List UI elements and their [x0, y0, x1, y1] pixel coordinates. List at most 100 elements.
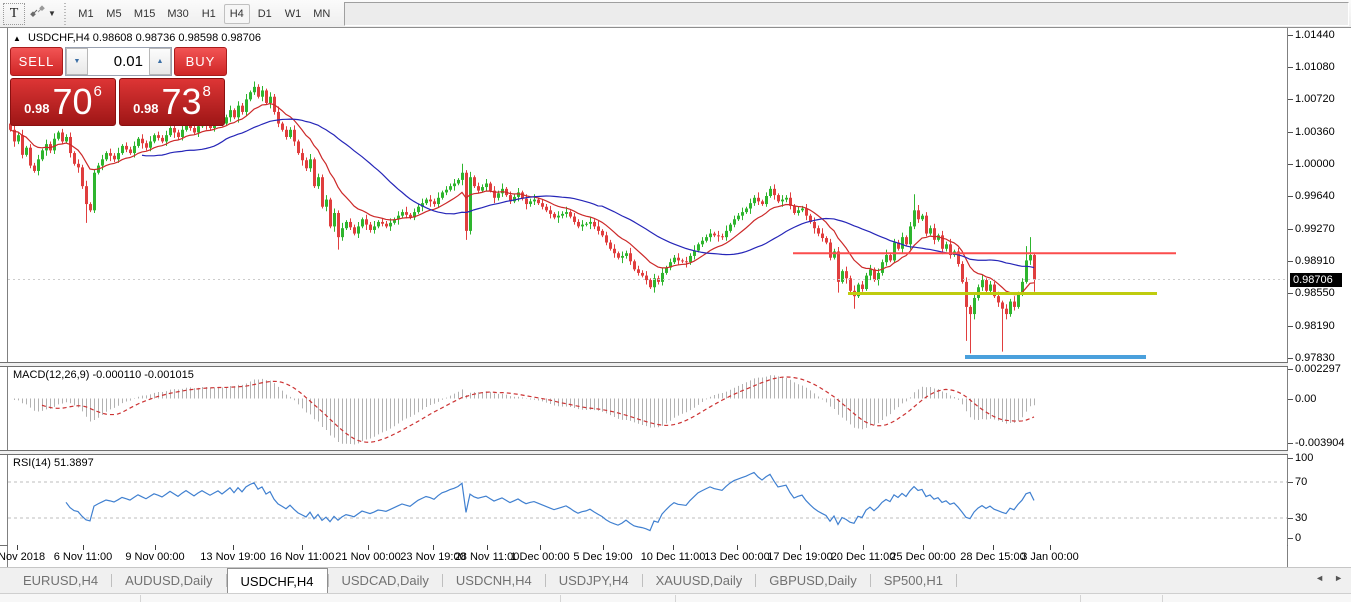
time-axis-label: 25 Dec 00:00: [890, 551, 955, 563]
time-axis-label: 16 Nov 11:00: [270, 551, 335, 563]
tab-scroll-left-icon[interactable]: ◄: [1315, 573, 1324, 583]
time-axis-tick: [17, 545, 18, 550]
toolbar-empty-well: [344, 2, 1349, 26]
price-axis-tick: [1288, 196, 1293, 197]
tab-usdchf-h4[interactable]: USDCHF,H4: [227, 568, 328, 593]
timeframe-mn[interactable]: MN: [308, 4, 335, 24]
timeframe-w1[interactable]: W1: [280, 4, 307, 24]
time-axis-tick: [603, 545, 604, 550]
timeframe-h4[interactable]: H4: [224, 4, 250, 24]
timeframe-h1[interactable]: H1: [196, 4, 222, 24]
time-axis-tick: [1050, 545, 1051, 550]
price-axis-tick: [1288, 518, 1293, 519]
buy-button[interactable]: BUY: [174, 47, 227, 76]
time-axis-label: 17 Dec 19:00: [767, 551, 832, 563]
text-tool-button[interactable]: T: [3, 3, 25, 25]
time-axis-label: 9 Nov 00:00: [125, 551, 184, 563]
rsi-name: RSI(14): [13, 457, 51, 469]
time-axis-tick: [863, 545, 864, 550]
arrows-tool-button[interactable]: ▼: [26, 3, 59, 25]
price-axis-label: 1.00360: [1295, 126, 1335, 138]
timeframe-m1[interactable]: M1: [73, 4, 99, 24]
timeframe-m30[interactable]: M30: [162, 4, 193, 24]
macd-pane-splitter[interactable]: [0, 362, 1351, 367]
time-axis-tick: [737, 545, 738, 550]
volume-stepper: ▼ ▲: [65, 47, 172, 76]
tab-usdjpy-h4[interactable]: USDJPY,H4: [546, 568, 642, 593]
timeframe-d1[interactable]: D1: [252, 4, 278, 24]
sell-price-main: 70: [52, 84, 92, 120]
volume-increase-button[interactable]: ▲: [149, 48, 171, 75]
time-axis[interactable]: 1 Nov 20186 Nov 11:009 Nov 00:0013 Nov 1…: [8, 545, 1287, 567]
collapse-caret-icon: ▲: [13, 34, 21, 43]
time-axis-label: 1 Nov 2018: [0, 551, 45, 563]
price-axis-tick: [1288, 358, 1293, 359]
tab-eurusd-h4[interactable]: EURUSD,H4: [10, 568, 111, 593]
chart-ohlc-values: 0.98608 0.98736 0.98598 0.98706: [93, 32, 261, 44]
time-axis-tick: [155, 545, 156, 550]
tab-audusd-daily[interactable]: AUDUSD,Daily: [112, 568, 225, 593]
rsi-pane-splitter[interactable]: [0, 450, 1351, 455]
price-axis-tick: [1288, 35, 1293, 36]
price-axis-tick: [1288, 326, 1293, 327]
time-axis-tick: [433, 545, 434, 550]
buy-price-prefix: 0.98: [133, 101, 158, 116]
timeframe-m5[interactable]: M5: [101, 4, 127, 24]
tab-xauusd-daily[interactable]: XAUUSD,Daily: [643, 568, 756, 593]
time-axis-tick: [487, 545, 488, 550]
time-axis-label: 13 Dec 00:00: [704, 551, 769, 563]
macd-values: -0.000110 -0.001015: [92, 369, 193, 381]
price-axis-label: 0.98550: [1295, 287, 1335, 299]
price-axis-tick: [1288, 458, 1293, 459]
tab-usdcad-daily[interactable]: USDCAD,Daily: [329, 568, 442, 593]
price-axis-tick: [1288, 293, 1293, 294]
time-axis-tick: [800, 545, 801, 550]
one-click-trading-panel: SELL ▼ ▲ BUY 0.98 70 6 0.98 73 8: [10, 47, 227, 126]
bid-price-badge: 0.98706: [1290, 273, 1342, 287]
rsi-pane-canvas[interactable]: [8, 455, 1287, 545]
macd-label: MACD(12,26,9) -0.000110 -0.001015: [13, 369, 194, 381]
sell-price-prefix: 0.98: [24, 101, 49, 116]
time-axis-label: 21 Nov 00:00: [335, 551, 400, 563]
tab-scroll-right-icon[interactable]: ►: [1334, 573, 1343, 583]
time-axis-label: 1 Dec 00:00: [510, 551, 569, 563]
price-axis-tick: [1288, 399, 1293, 400]
price-axis-tick: [1288, 99, 1293, 100]
sell-price-pip: 6: [94, 83, 102, 100]
volume-input[interactable]: [88, 48, 149, 75]
time-axis-label: 3 Jan 00:00: [1021, 551, 1079, 563]
macd-pane-canvas[interactable]: [8, 367, 1287, 450]
time-axis-tick: [368, 545, 369, 550]
macd-axis-label: -0.003904: [1295, 437, 1345, 449]
tab-usdcnh-h4[interactable]: USDCNH,H4: [443, 568, 545, 593]
tab-gbpusd-daily[interactable]: GBPUSD,Daily: [756, 568, 869, 593]
price-axis-label: 0.99270: [1295, 223, 1335, 235]
macd-axis-label: 0.002297: [1295, 363, 1341, 375]
arrows-icon: [29, 3, 45, 24]
time-axis-tick: [233, 545, 234, 550]
price-axis-tick: [1288, 443, 1293, 444]
volume-decrease-button[interactable]: ▼: [66, 48, 88, 75]
timeframe-m15[interactable]: M15: [129, 4, 160, 24]
price-axis-tick: [1288, 538, 1293, 539]
time-axis-label: 28 Dec 15:00: [960, 551, 1025, 563]
buy-price-display[interactable]: 0.98 73 8: [119, 78, 225, 126]
rsi-value: 51.3897: [54, 457, 94, 469]
macd-name: MACD(12,26,9): [13, 369, 89, 381]
time-axis-tick: [993, 545, 994, 550]
time-axis-tick: [673, 545, 674, 550]
price-axis-tick: [1288, 261, 1293, 262]
price-axis-tick: [1288, 229, 1293, 230]
tab-sp500-h1[interactable]: SP500,H1: [871, 568, 956, 593]
price-axis[interactable]: 1.014401.010801.007201.003601.000000.996…: [1288, 28, 1351, 567]
price-axis-tick: [1288, 482, 1293, 483]
time-axis-label: 13 Nov 19:00: [200, 551, 265, 563]
time-axis-label: 10 Dec 11:00: [641, 551, 706, 563]
time-axis-tick: [540, 545, 541, 550]
sell-price-display[interactable]: 0.98 70 6: [10, 78, 116, 126]
rsi-axis-label: 70: [1295, 476, 1307, 488]
time-axis-label: 5 Dec 19:00: [573, 551, 632, 563]
price-axis-label: 1.00720: [1295, 93, 1335, 105]
sell-button[interactable]: SELL: [10, 47, 63, 76]
chevron-down-icon: ▼: [48, 9, 56, 18]
